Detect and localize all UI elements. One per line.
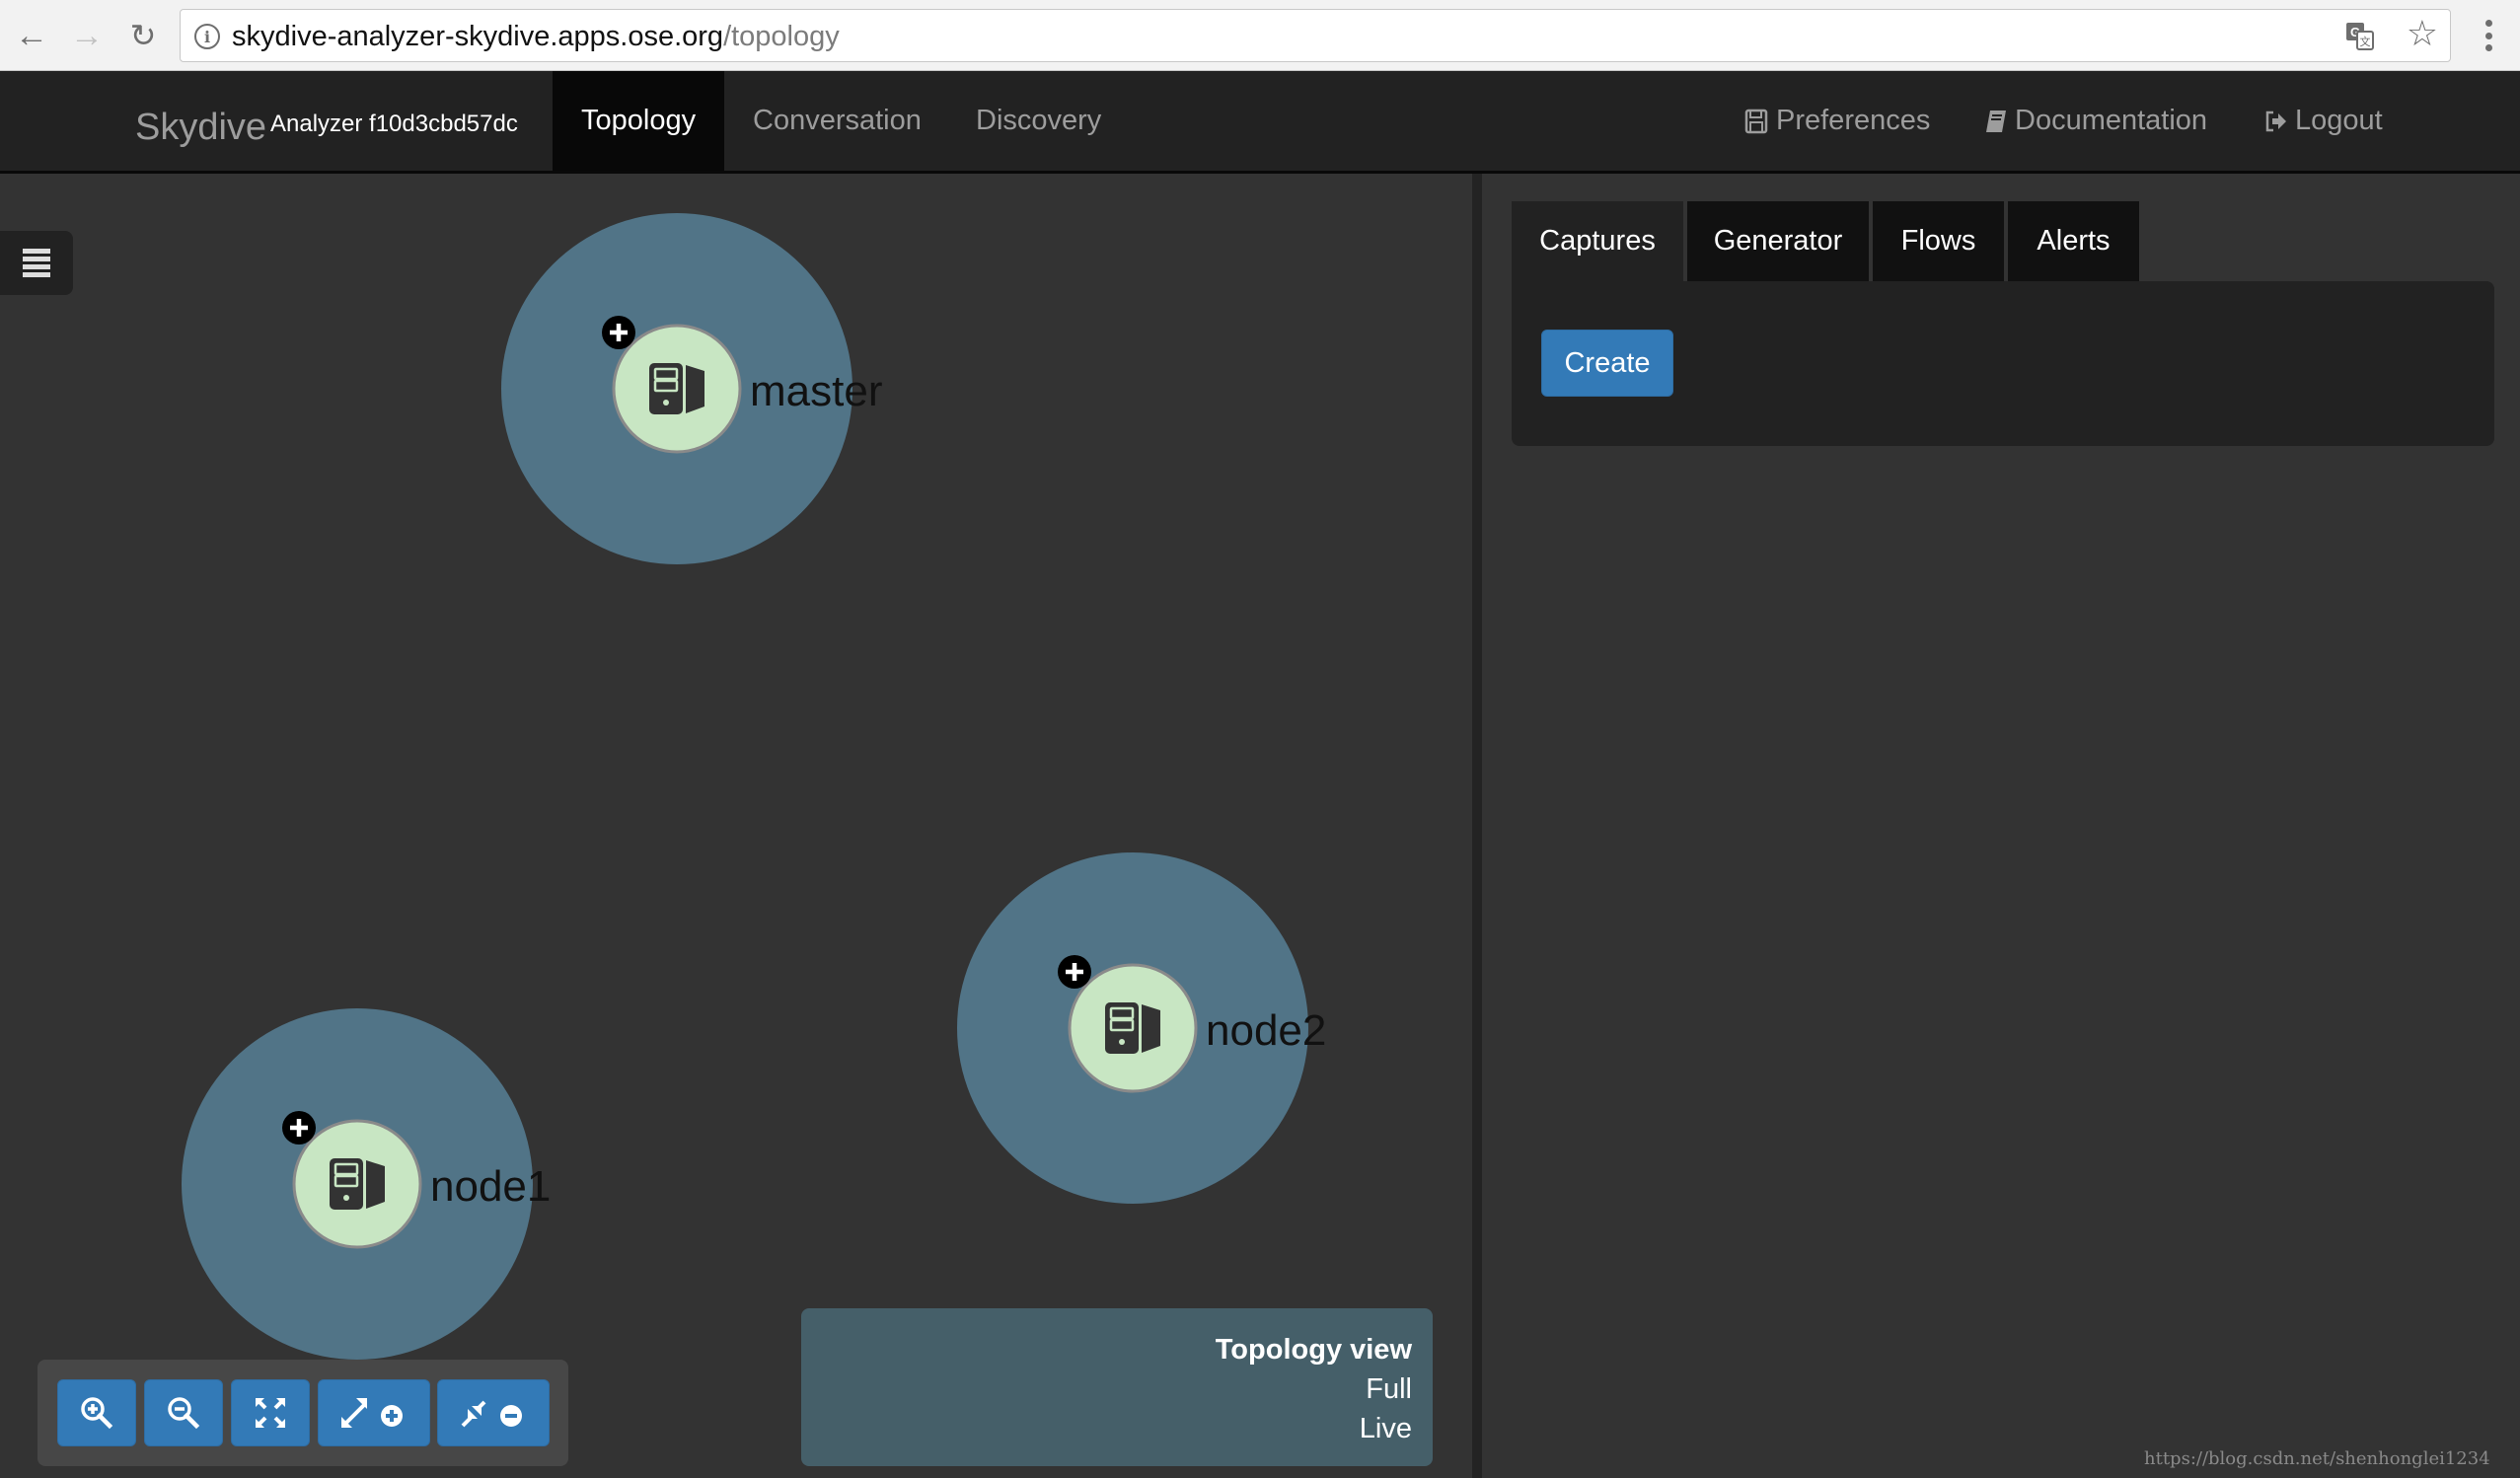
reload-icon: ↻ xyxy=(129,18,157,53)
plus-circle-icon[interactable] xyxy=(602,316,635,349)
zoom-out-icon xyxy=(168,1397,200,1430)
nav-topology-label: Topology xyxy=(581,105,697,136)
nav-discovery[interactable]: Discovery xyxy=(947,71,1130,171)
expand-all-button[interactable] xyxy=(318,1379,430,1446)
url-text[interactable]: skydive-analyzer-skydive.apps.ose.org/to… xyxy=(232,21,840,53)
tab-alerts[interactable]: Alerts xyxy=(2008,201,2139,281)
nav-conversation-label: Conversation xyxy=(753,105,922,136)
tab-captures[interactable]: Captures xyxy=(1512,201,1683,281)
topology-view-panel: Topology view Full Live xyxy=(801,1308,1433,1466)
brand-logo[interactable]: Skydive xyxy=(135,107,266,149)
list-icon xyxy=(23,249,50,277)
expand-plus-icon xyxy=(341,1398,403,1428)
url-path: /topology xyxy=(723,21,840,52)
forward-button[interactable]: → xyxy=(67,16,107,55)
server-icon xyxy=(649,363,704,414)
vertical-dots-icon[interactable] xyxy=(2477,16,2500,55)
tab-generator[interactable]: Generator xyxy=(1687,201,1869,281)
zoom-toolbar xyxy=(37,1360,568,1466)
app-navbar: Skydive Analyzer f10d3cbd57dc Topology C… xyxy=(0,71,2520,174)
right-panel-tabs: Captures Generator Flows Alerts xyxy=(1512,201,2143,281)
translate-icon[interactable]: G 文 xyxy=(2345,22,2375,51)
node-label: node1 xyxy=(430,1162,551,1211)
svg-text:文: 文 xyxy=(2360,35,2371,48)
nav-logout-label: Logout xyxy=(2295,105,2383,136)
right-panel: Captures Generator Flows Alerts Create xyxy=(1482,174,2520,1478)
sign-out-icon xyxy=(2265,111,2286,131)
panel-splitter[interactable] xyxy=(1472,174,1482,1478)
left-panel-toggle[interactable] xyxy=(0,231,73,295)
arrow-right-icon: → xyxy=(70,17,104,54)
arrow-left-icon: ← xyxy=(15,17,48,54)
nav-documentation-label: Documentation xyxy=(2015,105,2208,136)
nav-conversation[interactable]: Conversation xyxy=(724,71,950,171)
info-icon[interactable]: i xyxy=(194,24,220,49)
nav-preferences-label: Preferences xyxy=(1776,105,1931,136)
nav-topology[interactable]: Topology xyxy=(553,71,725,171)
nav-logout[interactable]: Logout xyxy=(2263,71,2383,171)
plus-circle-icon[interactable] xyxy=(282,1111,316,1145)
watermark: https://blog.csdn.net/shenhonglei1234 xyxy=(2144,1448,2490,1469)
analyzer-id: Analyzer f10d3cbd57dc xyxy=(270,111,518,137)
collapse-minus-icon xyxy=(461,1400,522,1428)
star-icon[interactable]: ☆ xyxy=(2407,16,2438,51)
captures-tab-content: Create xyxy=(1512,281,2494,446)
nav-preferences[interactable]: Preferences xyxy=(1744,71,1930,171)
nav-discovery-label: Discovery xyxy=(976,105,1102,136)
plus-circle-icon[interactable] xyxy=(1058,955,1091,989)
zoom-in-icon xyxy=(81,1397,113,1430)
browser-toolbar: ← → ↻ i skydive-analyzer-skydive.apps.os… xyxy=(0,0,2520,71)
tab-flows[interactable]: Flows xyxy=(1873,201,2004,281)
tab-flows-label: Flows xyxy=(1900,225,1976,257)
node-label: master xyxy=(750,367,882,415)
zoom-in-button[interactable] xyxy=(57,1379,136,1446)
tab-captures-label: Captures xyxy=(1539,225,1656,257)
create-capture-button[interactable]: Create xyxy=(1541,330,1673,397)
address-bar[interactable]: i skydive-analyzer-skydive.apps.ose.org/… xyxy=(180,9,2451,62)
book-icon xyxy=(1986,110,2006,132)
url-host: skydive-analyzer-skydive.apps.ose.org xyxy=(232,21,724,52)
floppy-disk-icon xyxy=(1744,109,1768,133)
zoom-out-button[interactable] xyxy=(144,1379,223,1446)
server-icon xyxy=(1105,1002,1160,1054)
expand-arrows-icon xyxy=(256,1398,285,1428)
back-button[interactable]: ← xyxy=(12,16,51,55)
server-icon xyxy=(330,1158,385,1210)
reload-button[interactable]: ↻ xyxy=(123,16,163,55)
node-label: node2 xyxy=(1206,1006,1326,1055)
tab-alerts-label: Alerts xyxy=(2037,225,2111,257)
view-panel-title: Topology view xyxy=(1215,1334,1412,1366)
view-mode: Full xyxy=(1366,1373,1412,1405)
topology-canvas[interactable]: master node2 node1 Topology view Full Li… xyxy=(0,174,1472,1478)
collapse-all-button[interactable] xyxy=(437,1379,550,1446)
zoom-fit-button[interactable] xyxy=(231,1379,310,1446)
nav-documentation[interactable]: Documentation xyxy=(1983,71,2207,171)
view-time: Live xyxy=(1359,1413,1412,1444)
tab-generator-label: Generator xyxy=(1713,225,1843,257)
topology-graph[interactable]: master node2 node1 xyxy=(0,174,1472,1478)
